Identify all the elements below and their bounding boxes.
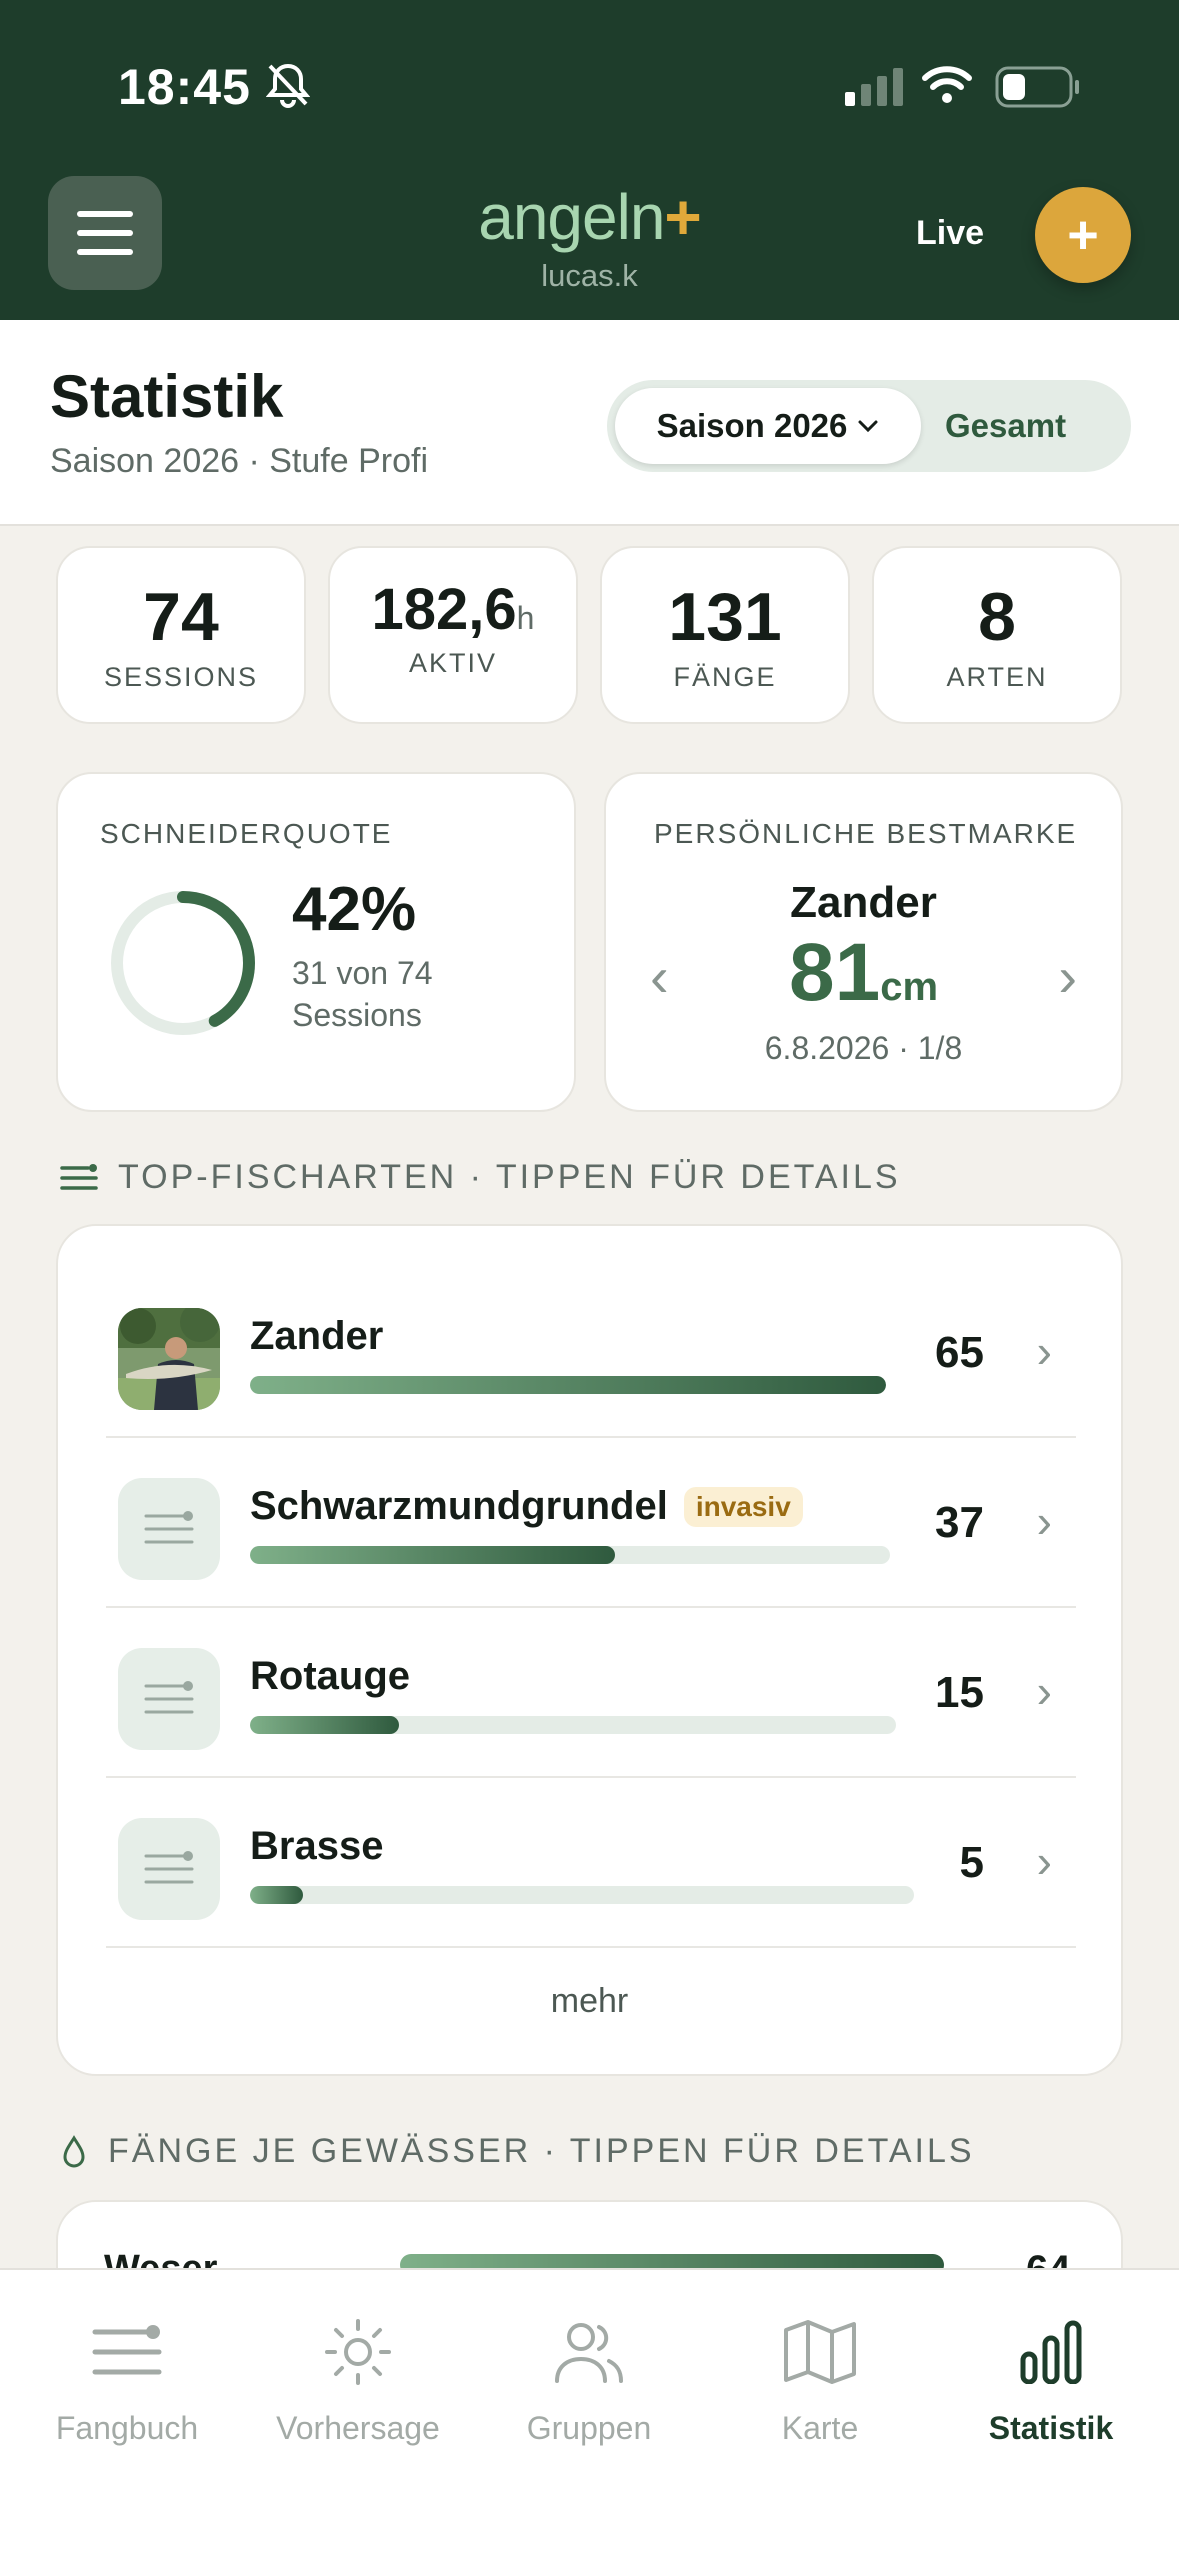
species-bar	[250, 1716, 896, 1734]
chevron-right-icon: ›	[1036, 1665, 1052, 1717]
species-row-rotauge[interactable]: Rotauge 15 ›	[106, 1608, 1076, 1778]
species-row-zander[interactable]: Zander 65 ›	[106, 1268, 1076, 1438]
species-bar	[250, 1546, 890, 1564]
battery-icon	[995, 66, 1079, 108]
page-title: Statistik	[50, 363, 284, 430]
catch-photo	[118, 1308, 220, 1410]
tab-statistik[interactable]: Statistik	[936, 2312, 1166, 2447]
fish-placeholder-icon	[118, 1478, 220, 1580]
species-row-brasse[interactable]: Brasse 5 ›	[106, 1778, 1076, 1948]
personal-best-card: PERSÖNLICHE BESTMARKE Zander 81cm 6.8.20…	[604, 772, 1123, 1112]
skunk-rate-label: SCHNEIDERQUOTE	[100, 818, 393, 849]
period-toggle: Saison 2026 Gesamt	[607, 380, 1131, 472]
personal-best-meta: 6.8.2026 · 1/8	[764, 1030, 963, 1066]
chevron-down-icon	[858, 420, 878, 433]
species-count: 65	[935, 1328, 984, 1377]
wifi-icon	[922, 66, 972, 103]
top-species-list: Zander 65 › Schwarzmundgrundel invasiv 37…	[56, 1224, 1123, 2076]
species-count: 37	[935, 1498, 984, 1547]
chevron-right-icon: ›	[1036, 1835, 1052, 1887]
water-header: FÄNGE JE GEWÄSSER · TIPPEN FÜR DETAILS	[60, 2132, 975, 2171]
add-button[interactable]: +	[1035, 187, 1131, 283]
skunk-rate-value: 42%	[292, 875, 417, 944]
sun-icon	[325, 2319, 391, 2385]
personal-best-label: PERSÖNLICHE BESTMARKE	[654, 818, 1078, 849]
stat-species: 8 ARTEN	[872, 546, 1122, 724]
page-subtitle: Saison 2026 · Stufe Profi	[50, 442, 429, 480]
species-count: 5	[959, 1838, 984, 1887]
personal-best-value: 81cm	[788, 927, 939, 1018]
species-bar	[250, 1886, 914, 1904]
chevron-right-icon: ›	[1036, 1325, 1052, 1377]
top-species-header: TOP-FISCHARTEN · TIPPEN FÜR DETAILS	[60, 1158, 901, 1197]
chevron-right-icon[interactable]: ›	[1058, 944, 1077, 1009]
app-header: 18:45 angeln+ lucas.k Live +	[0, 0, 1179, 320]
logbook-icon	[92, 2325, 162, 2375]
tab-fangbuch[interactable]: Fangbuch	[12, 2312, 242, 2447]
more-button[interactable]: mehr	[58, 1982, 1121, 2021]
live-button[interactable]: Live	[916, 214, 984, 253]
status-time: 18:45	[118, 59, 251, 115]
total-tab[interactable]: Gesamt	[945, 380, 1066, 472]
species-count: 15	[935, 1668, 984, 1717]
skunk-rate-detail: 31 von 74 Sessions	[292, 955, 433, 1033]
list-icon	[60, 1163, 98, 1190]
invasive-badge: invasiv	[683, 1486, 803, 1527]
bar-chart-icon	[1020, 2320, 1082, 2384]
fish-placeholder-icon	[118, 1648, 220, 1750]
tab-vorhersage[interactable]: Vorhersage	[243, 2312, 473, 2447]
skunk-rate-ring	[111, 891, 255, 1035]
tab-gruppen[interactable]: Gruppen	[474, 2312, 704, 2447]
users-icon	[555, 2323, 623, 2383]
app-logo: angeln+	[478, 181, 702, 253]
skunk-rate-card: SCHNEIDERQUOTE 42% 31 von 74 Sessions	[56, 772, 576, 1112]
username: lucas.k	[541, 258, 638, 293]
species-row-schwarzmundgrundel[interactable]: Schwarzmundgrundel invasiv 37 ›	[106, 1438, 1076, 1608]
stat-sessions: 74 SESSIONS	[56, 546, 306, 724]
season-dropdown[interactable]: Saison 2026	[615, 388, 921, 464]
stat-catches: 131 FÄNGE	[600, 546, 850, 724]
tab-karte[interactable]: Karte	[705, 2312, 935, 2447]
title-panel: Statistik Saison 2026 · Stufe Profi Sais…	[0, 320, 1179, 526]
stat-active-hours: 182,6h AKTIV	[328, 546, 578, 724]
water-drop-icon	[63, 2134, 85, 2167]
chevron-right-icon: ›	[1036, 1495, 1052, 1547]
chevron-left-icon[interactable]: ‹	[650, 944, 669, 1009]
map-icon	[784, 2320, 856, 2384]
species-bar	[250, 1376, 886, 1394]
cell-signal-icon	[845, 68, 903, 106]
fish-placeholder-icon	[118, 1818, 220, 1920]
tab-bar: Fangbuch Vorhersage Gruppen Karte Statis…	[0, 2268, 1179, 2556]
personal-best-species: Zander	[790, 878, 937, 927]
muted-bell-icon	[266, 63, 310, 108]
